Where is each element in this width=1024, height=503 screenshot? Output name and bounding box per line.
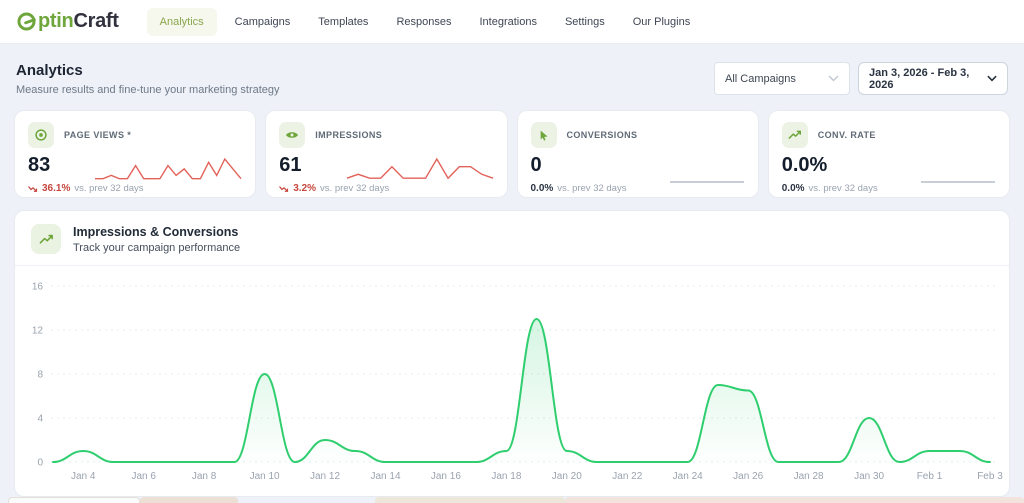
logo-text: ptinCraft [38, 10, 119, 33]
stat-delta: 0.0% [782, 183, 805, 194]
svg-text:Jan 28: Jan 28 [794, 471, 824, 482]
nav-item-integrations[interactable]: Integrations [469, 8, 546, 36]
nav-item-our-plugins[interactable]: Our Plugins [623, 8, 700, 36]
campaigns-filter-value: All Campaigns [725, 73, 796, 85]
stat-delta: 3.2% [293, 183, 316, 194]
trending-down-icon [28, 185, 38, 193]
svg-text:Jan 8: Jan 8 [192, 471, 217, 482]
impressions-conversions-chart-card: Impressions & Conversions Track your cam… [14, 210, 1010, 497]
below-fold-row [0, 496, 1024, 503]
stat-card-conv-rate: CONV. RATE 0.0% 0.0% vs. prev 32 days [768, 110, 1010, 198]
chart-title: Impressions & Conversions [73, 225, 240, 239]
stat-label: PAGE VIEWS * [64, 130, 131, 140]
svg-text:4: 4 [37, 414, 43, 425]
stat-label: CONV. RATE [818, 130, 876, 140]
nav-item-campaigns[interactable]: Campaigns [225, 8, 301, 36]
svg-text:Jan 24: Jan 24 [673, 471, 703, 482]
conv-rate-sparkline [919, 153, 997, 187]
svg-text:Jan 14: Jan 14 [370, 471, 400, 482]
nav-item-templates[interactable]: Templates [308, 8, 378, 36]
stat-label: IMPRESSIONS [315, 130, 382, 140]
stats-row: PAGE VIEWS * 83 36.1% vs. prev 32 days I… [14, 110, 1010, 198]
optincraft-logo[interactable]: ptinCraft [16, 10, 119, 33]
conversions-sparkline [668, 153, 746, 187]
chart-subtitle: Track your campaign performance [73, 242, 240, 254]
impressions-eye-icon [279, 122, 305, 148]
below-fold-card-edge [375, 497, 565, 503]
svg-text:Jan 18: Jan 18 [491, 471, 521, 482]
stat-compare: vs. prev 32 days [809, 183, 878, 194]
below-fold-card-edge [565, 497, 1024, 503]
svg-text:Jan 22: Jan 22 [612, 471, 642, 482]
svg-text:Jan 6: Jan 6 [131, 471, 156, 482]
stat-card-impressions: IMPRESSIONS 61 3.2% vs. prev 32 days [265, 110, 507, 198]
svg-text:Jan 20: Jan 20 [552, 471, 582, 482]
below-fold-card-edge [140, 497, 238, 503]
stat-delta: 36.1% [42, 183, 70, 194]
svg-text:Feb 1: Feb 1 [917, 471, 943, 482]
chevron-down-icon [828, 75, 839, 82]
campaigns-filter-select[interactable]: All Campaigns [714, 62, 850, 95]
main-content: Analytics Measure results and fine-tune … [0, 44, 1024, 497]
svg-text:Feb 3: Feb 3 [977, 471, 1003, 482]
date-range-value: Jan 3, 2026 - Feb 3, 2026 [869, 67, 987, 91]
svg-text:12: 12 [32, 326, 44, 337]
page-title: Analytics [16, 62, 280, 79]
gauge-icon [16, 11, 37, 32]
page-subtitle: Measure results and fine-tune your marke… [16, 84, 280, 96]
nav-item-responses[interactable]: Responses [386, 8, 461, 36]
below-fold-card-edge [8, 497, 140, 503]
stat-label: CONVERSIONS [567, 130, 638, 140]
stat-card-page-views: PAGE VIEWS * 83 36.1% vs. prev 32 days [14, 110, 256, 198]
stat-delta: 0.0% [531, 183, 554, 194]
trending-down-icon [279, 185, 289, 193]
trending-up-icon [782, 122, 808, 148]
stat-card-conversions: CONVERSIONS 0 0.0% vs. prev 32 days [517, 110, 759, 198]
stat-compare: vs. prev 32 days [557, 183, 626, 194]
date-range-picker[interactable]: Jan 3, 2026 - Feb 3, 2026 [858, 62, 1008, 95]
svg-text:Jan 10: Jan 10 [250, 471, 280, 482]
main-nav: Analytics Campaigns Templates Responses … [147, 8, 701, 36]
impressions-sparkline [345, 153, 495, 187]
cursor-click-icon [531, 122, 557, 148]
svg-text:Jan 26: Jan 26 [733, 471, 763, 482]
eye-icon [28, 122, 54, 148]
svg-text:0: 0 [37, 458, 43, 469]
top-navbar: ptinCraft Analytics Campaigns Templates … [0, 0, 1024, 44]
svg-text:Jan 4: Jan 4 [71, 471, 96, 482]
svg-text:Jan 30: Jan 30 [854, 471, 884, 482]
svg-text:8: 8 [37, 370, 43, 381]
page-views-sparkline [93, 153, 243, 187]
area-chart[interactable]: 0 4 8 12 16 Jan 4 Jan 6 Jan 8 Jan 10 Jan 12 Jan 14… [15, 272, 1010, 487]
trending-up-icon [31, 224, 61, 254]
nav-item-analytics[interactable]: Analytics [147, 8, 217, 36]
svg-text:Jan 12: Jan 12 [310, 471, 340, 482]
svg-text:16: 16 [32, 282, 44, 293]
nav-item-settings[interactable]: Settings [555, 8, 615, 36]
chevron-down-icon [987, 75, 997, 82]
svg-text:Jan 16: Jan 16 [431, 471, 461, 482]
